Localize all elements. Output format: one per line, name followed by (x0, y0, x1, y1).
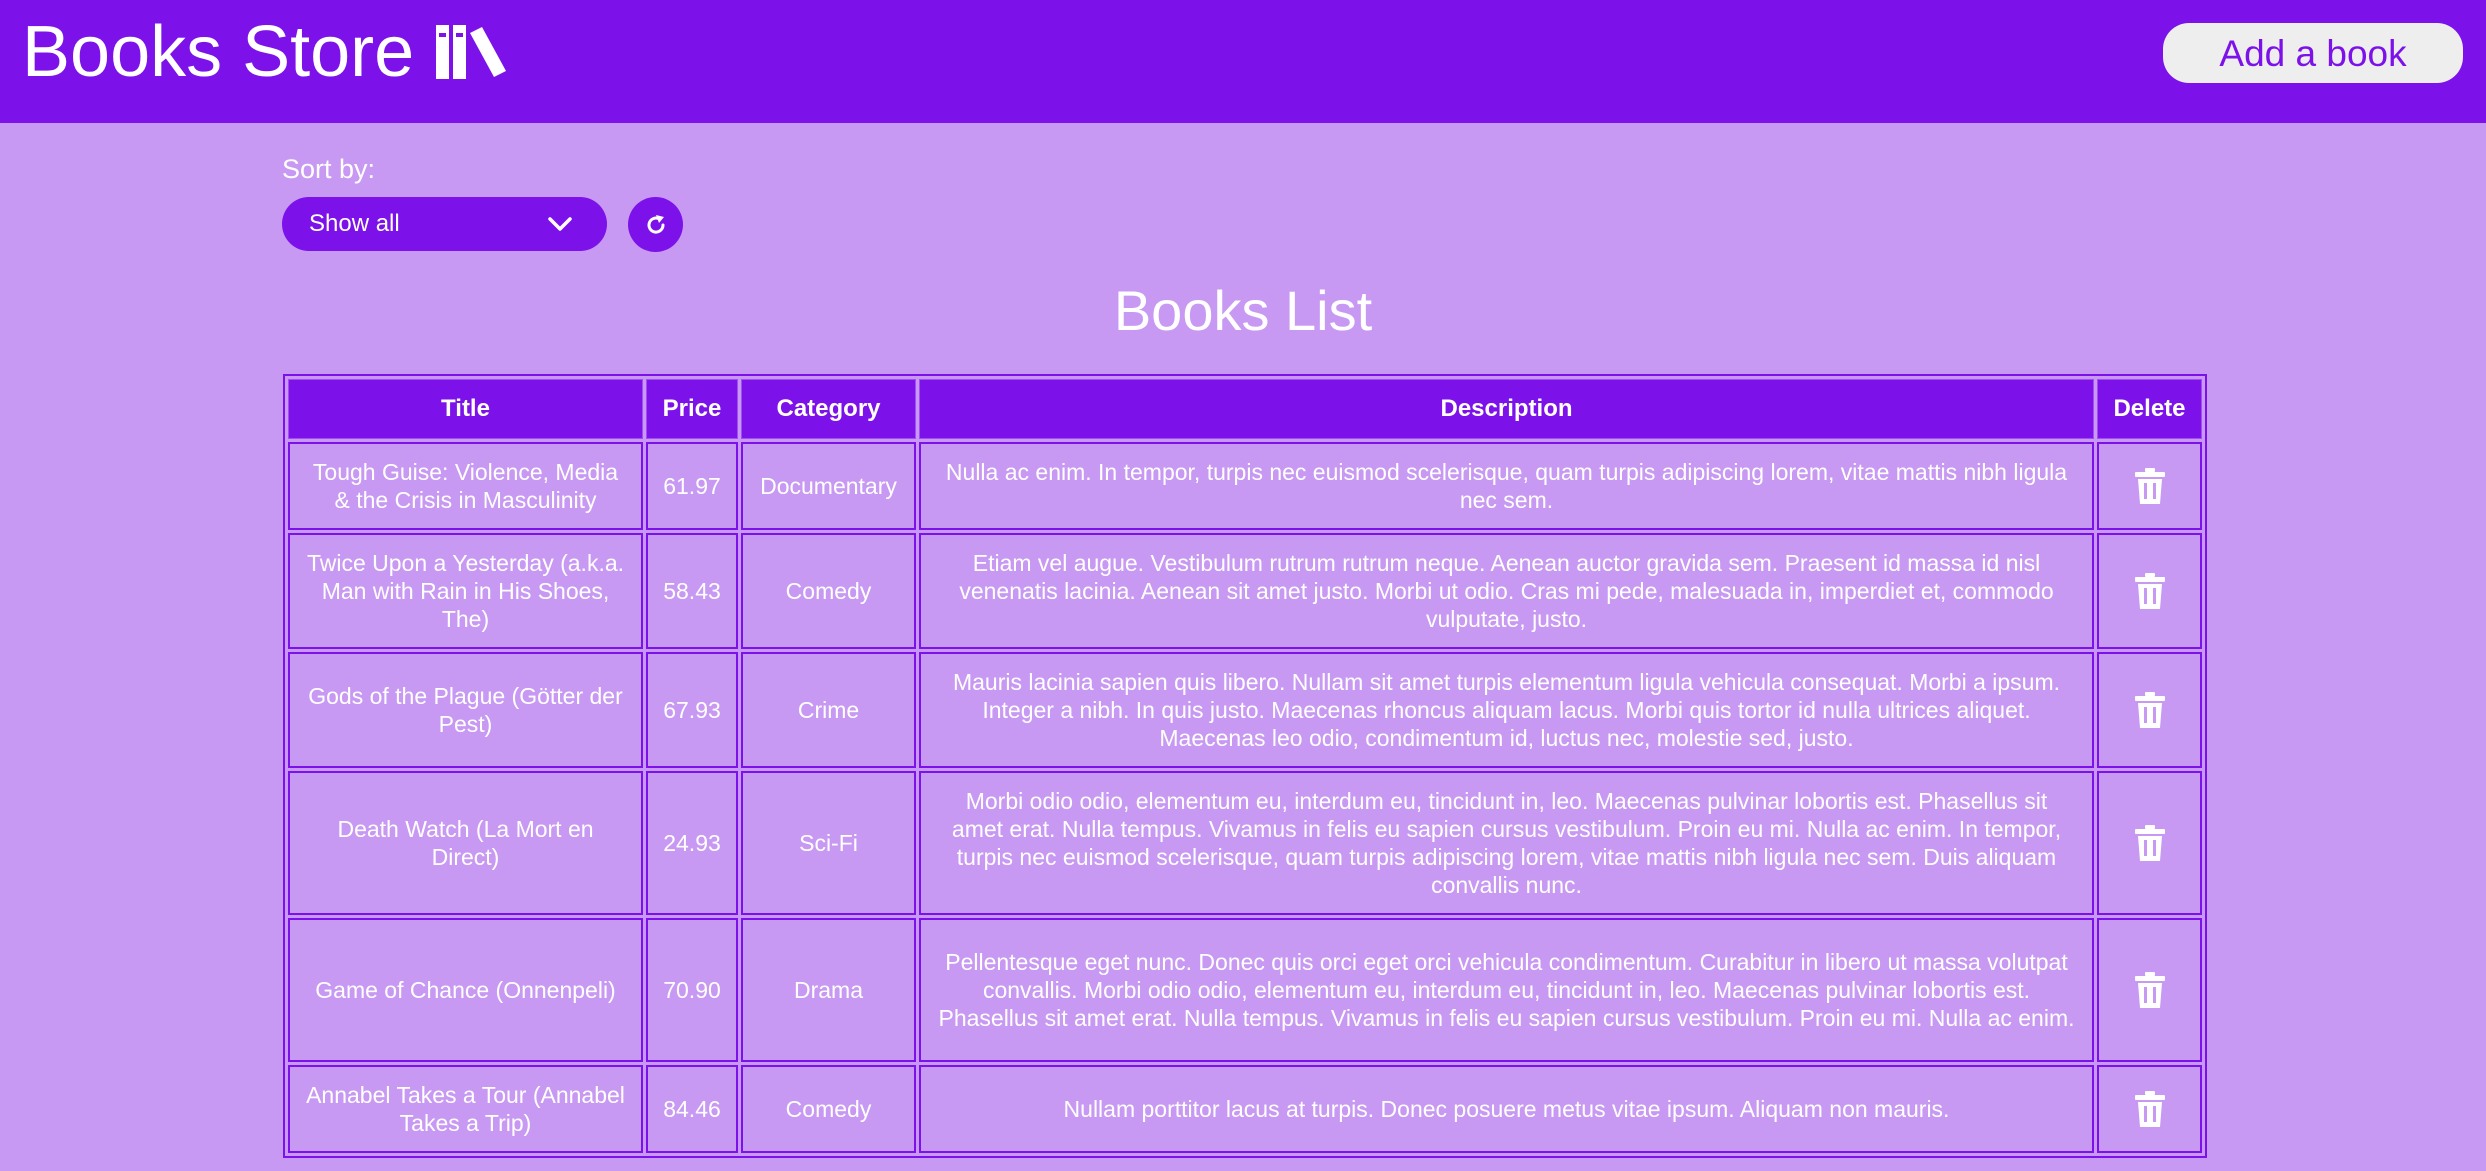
cell-category: Comedy (741, 533, 916, 649)
cell-price: 70.90 (646, 918, 738, 1062)
cell-delete (2097, 771, 2202, 915)
table-row: Gods of the Plague (Götter der Pest) 67.… (288, 652, 2202, 768)
add-book-button[interactable]: Add a book (2163, 23, 2463, 83)
cell-category: Documentary (741, 442, 916, 530)
cell-title: Twice Upon a Yesterday (a.k.a. Man with … (288, 533, 643, 649)
cell-title: Game of Chance (Onnenpeli) (288, 918, 643, 1062)
table-row: Tough Guise: Violence, Media & the Crisi… (288, 442, 2202, 530)
cell-price: 58.43 (646, 533, 738, 649)
trash-icon[interactable] (2134, 1091, 2165, 1127)
cell-delete (2097, 533, 2202, 649)
chevron-down-icon (548, 217, 572, 231)
cell-delete (2097, 442, 2202, 530)
cell-price: 24.93 (646, 771, 738, 915)
brand: Books Store (22, 6, 508, 98)
cell-category: Drama (741, 918, 916, 1062)
cell-delete (2097, 652, 2202, 768)
books-table: Title Price Category Description Delete … (283, 374, 2207, 1158)
cell-description: Etiam vel augue. Vestibulum rutrum rutru… (919, 533, 2094, 649)
table-row: Death Watch (La Mort en Direct) 24.93 Sc… (288, 771, 2202, 915)
refresh-button[interactable] (628, 197, 683, 252)
cell-price: 84.46 (646, 1065, 738, 1153)
app-header: Books Store Add a book (0, 0, 2486, 123)
cell-category: Sci-Fi (741, 771, 916, 915)
cell-category: Crime (741, 652, 916, 768)
cell-description: Morbi odio odio, elementum eu, interdum … (919, 771, 2094, 915)
books-icon (436, 25, 507, 79)
cell-delete (2097, 1065, 2202, 1153)
app-title: Books Store (22, 12, 415, 92)
cell-description: Mauris lacinia sapien quis libero. Nulla… (919, 652, 2094, 768)
refresh-icon (647, 214, 665, 234)
books-list-title: Books List (1113, 279, 1373, 342)
sort-select[interactable]: Show all (282, 197, 607, 251)
trash-icon[interactable] (2134, 972, 2165, 1008)
sort-label: Sort by: (282, 154, 376, 184)
cell-delete (2097, 918, 2202, 1062)
cell-price: 67.93 (646, 652, 738, 768)
cell-price: 61.97 (646, 442, 738, 530)
table-row: Twice Upon a Yesterday (a.k.a. Man with … (288, 533, 2202, 649)
column-header-delete: Delete (2097, 379, 2202, 439)
cell-title: Death Watch (La Mort en Direct) (288, 771, 643, 915)
cell-category: Comedy (741, 1065, 916, 1153)
table-header-row: Title Price Category Description Delete (288, 379, 2202, 439)
trash-icon[interactable] (2134, 468, 2165, 504)
cell-description: Nullam porttitor lacus at turpis. Donec … (919, 1065, 2094, 1153)
cell-description: Nulla ac enim. In tempor, turpis nec eui… (919, 442, 2094, 530)
cell-title: Tough Guise: Violence, Media & the Crisi… (288, 442, 643, 530)
trash-icon[interactable] (2134, 825, 2165, 861)
column-header-description: Description (919, 379, 2094, 439)
trash-icon[interactable] (2134, 573, 2165, 609)
cell-title: Annabel Takes a Tour (Annabel Takes a Tr… (288, 1065, 643, 1153)
table-row: Game of Chance (Onnenpeli) 70.90 Drama P… (288, 918, 2202, 1062)
sort-select-value: Show all (309, 210, 400, 237)
table-row: Annabel Takes a Tour (Annabel Takes a Tr… (288, 1065, 2202, 1153)
trash-icon[interactable] (2134, 692, 2165, 728)
cell-title: Gods of the Plague (Götter der Pest) (288, 652, 643, 768)
cell-description: Pellentesque eget nunc. Donec quis orci … (919, 918, 2094, 1062)
column-header-category: Category (741, 379, 916, 439)
column-header-price: Price (646, 379, 738, 439)
column-header-title: Title (288, 379, 643, 439)
